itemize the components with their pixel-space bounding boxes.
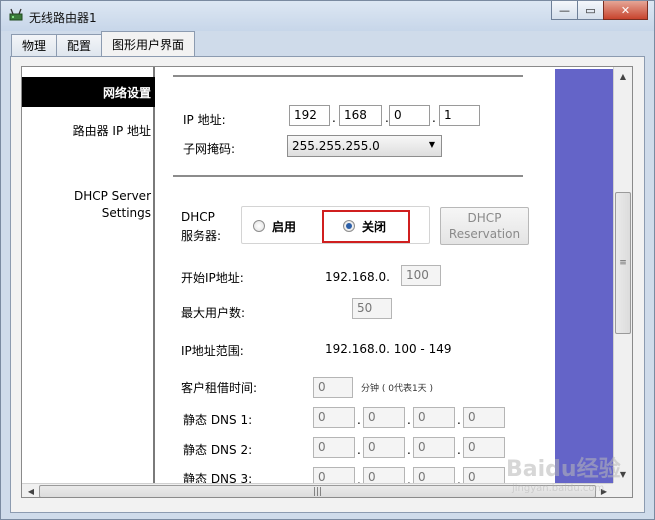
router-ip-section-label: 路由器 IP 地址 bbox=[72, 124, 151, 138]
tab-physical[interactable]: 物理 bbox=[11, 34, 58, 56]
scroll-left-icon[interactable]: ◀ bbox=[23, 484, 39, 497]
accent-panel bbox=[555, 69, 613, 483]
dns1-octet-2[interactable]: 0 bbox=[363, 407, 405, 428]
router-app-icon bbox=[9, 8, 23, 21]
ip-octet-3[interactable]: 0 bbox=[389, 105, 430, 126]
enable-label[interactable]: 启用 bbox=[272, 218, 296, 235]
ip-address-label: IP 地址: bbox=[183, 113, 226, 127]
dot-sep: . bbox=[407, 413, 411, 427]
start-ip-label: 开始IP地址: bbox=[181, 271, 244, 285]
dhcp-server-label-2: 服务器: bbox=[181, 229, 222, 243]
ip-range-value: 192.168.0. 100 - 149 bbox=[325, 342, 452, 356]
dot-sep: . bbox=[457, 443, 461, 457]
dns1-octet-4[interactable]: 0 bbox=[463, 407, 505, 428]
reservation-label-2: Reservation bbox=[448, 227, 521, 241]
static-dns-2-label: 静态 DNS 2: bbox=[183, 443, 253, 457]
dhcp-section-label-2: Settings bbox=[101, 206, 151, 220]
static-dns-1-label: 静态 DNS 1: bbox=[183, 413, 253, 427]
ip-range-label: IP地址范围: bbox=[181, 344, 244, 358]
dhcp-reservation-button[interactable]: DHCP Reservation bbox=[440, 207, 529, 245]
window-title: 无线路由器1 bbox=[29, 11, 97, 25]
ip-octet-4[interactable]: 1 bbox=[439, 105, 480, 126]
gui-panel: 网络设置 路由器 IP 地址 DHCP Server Settings IP 地… bbox=[21, 66, 633, 498]
dns2-octet-1[interactable]: 0 bbox=[313, 437, 355, 458]
subnet-mask-label: 子网掩码: bbox=[183, 142, 236, 156]
chevron-down-icon: ▼ bbox=[428, 140, 435, 149]
scroll-up-icon[interactable]: ▲ bbox=[615, 68, 631, 84]
lease-time-label: 客户租借时间: bbox=[181, 381, 258, 395]
vertical-scrollbar[interactable]: ▲ ≡ ▼ bbox=[613, 67, 632, 483]
dot-sep: . bbox=[357, 413, 361, 427]
tab-gui[interactable]: 图形用户界面 bbox=[101, 31, 196, 56]
title-bar[interactable]: 无线路由器1 — ▭ ✕ bbox=[1, 1, 654, 31]
dhcp-server-label-1: DHCP bbox=[181, 210, 215, 224]
subnet-mask-select[interactable]: 255.255.255.0 ▼ bbox=[287, 135, 442, 157]
dot-sep: . bbox=[332, 111, 336, 125]
dns2-octet-3[interactable]: 0 bbox=[413, 437, 455, 458]
divider bbox=[173, 75, 523, 77]
max-users-label: 最大用户数: bbox=[181, 306, 246, 320]
tab-config[interactable]: 配置 bbox=[56, 34, 103, 56]
dot-sep: . bbox=[432, 111, 436, 125]
reservation-label-1: DHCP bbox=[467, 211, 502, 225]
baidu-watermark: Baidu经验 jingyan.baidu.com bbox=[506, 449, 626, 499]
restore-button[interactable]: ▭ bbox=[577, 1, 604, 20]
sidebar: 网络设置 路由器 IP 地址 DHCP Server Settings bbox=[22, 67, 155, 483]
dns1-octet-1[interactable]: 0 bbox=[313, 407, 355, 428]
tab-bar: 物理 配置 图形用户界面 bbox=[11, 31, 196, 56]
dns2-octet-4[interactable]: 0 bbox=[463, 437, 505, 458]
dns1-octet-3[interactable]: 0 bbox=[413, 407, 455, 428]
lease-time-input[interactable]: 0 bbox=[313, 377, 353, 398]
ip-octet-2[interactable]: 168 bbox=[339, 105, 382, 126]
dns2-octet-2[interactable]: 0 bbox=[363, 437, 405, 458]
divider bbox=[173, 175, 523, 177]
ip-octet-1[interactable]: 192 bbox=[289, 105, 330, 126]
close-button[interactable]: ✕ bbox=[603, 1, 648, 20]
dot-sep: . bbox=[407, 443, 411, 457]
enable-radio[interactable] bbox=[253, 220, 265, 232]
dhcp-section-label-1: DHCP Server bbox=[73, 189, 151, 203]
selection-highlight-box bbox=[322, 210, 410, 243]
subnet-mask-value: 255.255.255.0 bbox=[292, 139, 380, 153]
max-users-input[interactable]: 50 bbox=[352, 298, 392, 319]
sidebar-section-title: 网络设置 bbox=[102, 86, 151, 100]
dot-sep: . bbox=[357, 443, 361, 457]
minimize-button[interactable]: — bbox=[551, 1, 578, 20]
start-ip-input[interactable]: 100 bbox=[401, 265, 441, 286]
start-ip-prefix: 192.168.0. bbox=[325, 270, 390, 284]
vertical-scroll-thumb[interactable]: ≡ bbox=[615, 192, 631, 334]
router-window: 无线路由器1 — ▭ ✕ 物理 配置 图形用户界面 网络设置 路由器 IP 地址… bbox=[0, 0, 655, 520]
settings-form: IP 地址: 192 . 168 . 0 . 1 子网掩码: 255.255.2… bbox=[157, 67, 553, 488]
dot-sep: . bbox=[457, 413, 461, 427]
watermark-text: Baidu经验 bbox=[506, 457, 621, 482]
watermark-url: jingyan.baidu.com bbox=[512, 483, 605, 494]
lease-unit-note: 分钟 ( 0代表1天 ) bbox=[361, 384, 434, 394]
window-controls: — ▭ ✕ bbox=[551, 1, 648, 20]
